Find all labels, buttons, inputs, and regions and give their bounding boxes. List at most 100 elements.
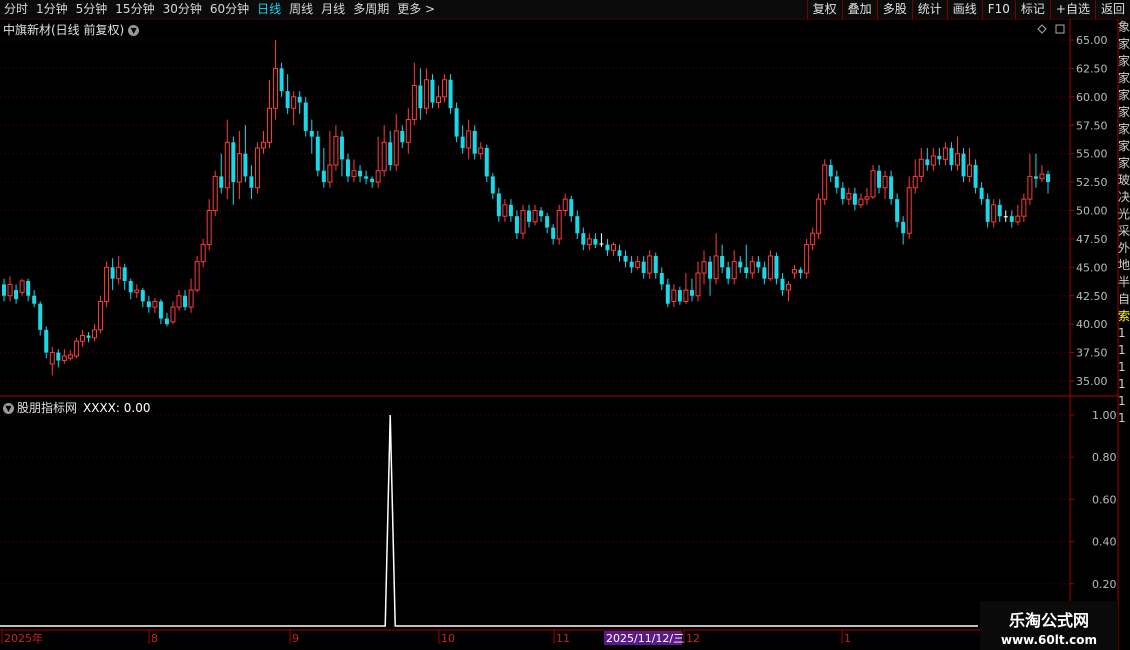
candle: [393, 113, 399, 171]
sidebar-item[interactable]: 1: [1118, 325, 1130, 342]
candle-body: [942, 147, 948, 160]
candle-body: [466, 130, 472, 149]
sidebar-item[interactable]: 家: [1118, 155, 1130, 172]
candle-body: [954, 153, 960, 166]
candle: [260, 130, 266, 154]
sidebar-item[interactable]: 玻: [1118, 172, 1130, 189]
main-chart: 35.00 37.50 40.00 42.50 45.00 47.50 50.00 52.50…: [0, 34, 1108, 388]
candle: [961, 147, 966, 183]
candle: [912, 159, 918, 194]
candle-body: [816, 198, 822, 234]
sidebar-item[interactable]: 地: [1118, 257, 1130, 274]
candle-body: [889, 176, 894, 200]
candle: [985, 193, 990, 228]
candle: [358, 165, 363, 183]
candle: [496, 187, 501, 222]
candle: [641, 255, 646, 279]
candle: [388, 130, 393, 171]
candle-body: [375, 170, 381, 183]
candle-body: [629, 261, 634, 268]
sidebar-item[interactable]: 1: [1118, 376, 1130, 393]
candle-body: [665, 284, 670, 304]
candle-body: [762, 267, 767, 279]
sidebar-item[interactable]: 象: [1118, 19, 1130, 36]
candle-body: [393, 130, 399, 166]
candle: [152, 298, 158, 313]
y-tick-label: 52.50: [1076, 176, 1108, 189]
sidebar-item[interactable]: 半: [1118, 274, 1130, 291]
sidebar-item[interactable]: 家: [1118, 138, 1130, 155]
candle-body: [460, 136, 465, 148]
candle-body: [339, 136, 344, 160]
main-chart-title[interactable]: 中旗新材(日线 前复权) ▼: [3, 21, 140, 38]
candle: [906, 176, 912, 239]
candle-body: [846, 192, 852, 200]
candle: [1015, 204, 1021, 226]
candle-body: [122, 267, 127, 281]
sidebar-item[interactable]: 1: [1118, 359, 1130, 376]
candle-body: [212, 175, 218, 211]
candle: [731, 250, 737, 285]
candle: [460, 125, 465, 154]
sidebar-item[interactable]: 索: [1118, 308, 1130, 325]
candle: [345, 153, 350, 183]
chevron-down-icon[interactable]: ▼: [128, 25, 140, 36]
candle: [901, 216, 906, 245]
candle-body: [327, 164, 333, 183]
sidebar-item[interactable]: 1: [1118, 410, 1130, 427]
sidebar-item[interactable]: 采: [1118, 223, 1130, 240]
candle: [32, 290, 37, 308]
watermark-url: www.60lt.com: [1000, 633, 1098, 647]
sidebar-item[interactable]: 家: [1118, 87, 1130, 104]
candle-body: [291, 96, 297, 109]
sidebar-item[interactable]: 1: [1118, 342, 1130, 359]
candle-body: [828, 165, 833, 177]
sidebar-item[interactable]: 外: [1118, 240, 1130, 257]
sidebar-item[interactable]: 家: [1118, 53, 1130, 70]
candle: [170, 301, 176, 325]
candle-body: [236, 153, 242, 183]
candle-body: [635, 261, 641, 268]
candle-body: [877, 170, 882, 188]
sidebar-item[interactable]: 光: [1118, 206, 1130, 223]
candle-body: [901, 221, 906, 234]
candle: [973, 159, 978, 194]
candle: [514, 210, 519, 239]
candle-body: [713, 255, 719, 280]
candle: [882, 170, 888, 200]
candle-body: [38, 303, 43, 330]
sidebar-item[interactable]: 1: [1118, 393, 1130, 410]
candle-body: [912, 175, 918, 189]
candle-body: [364, 176, 369, 179]
sidebar-item[interactable]: 家: [1118, 36, 1130, 53]
candle: [176, 290, 182, 311]
candle: [134, 284, 140, 299]
y-tick-label: 35.00: [1076, 375, 1108, 388]
candle-body: [786, 283, 792, 291]
candle-body: [767, 255, 773, 280]
candle-body: [937, 155, 942, 160]
candle-body: [49, 352, 55, 365]
x-tick-label: 2025年: [4, 631, 43, 645]
sidebar-item[interactable]: 家: [1118, 104, 1130, 121]
sidebar-item[interactable]: 决: [1118, 189, 1130, 206]
candle: [206, 199, 212, 251]
indicator-title[interactable]: ▼ 股朋指标网 XXXX: 0.00: [3, 399, 151, 416]
time-axis: 2025年 8 9 10 11 2025/11/12/三 12 1: [1, 630, 851, 645]
indicator-name: 股朋指标网: [17, 401, 78, 415]
chevron-down-icon[interactable]: ▼: [3, 403, 14, 414]
sidebar-item[interactable]: 自: [1118, 291, 1130, 308]
candle: [545, 212, 550, 234]
candle: [104, 261, 110, 308]
sidebar-item[interactable]: 家: [1118, 70, 1130, 87]
candle: [623, 250, 628, 268]
candle-body: [870, 170, 876, 198]
candle: [291, 91, 297, 126]
candle-body: [98, 300, 104, 331]
candle: [852, 187, 857, 211]
candle: [991, 199, 997, 228]
candle: [895, 193, 900, 228]
sidebar-item[interactable]: 家: [1118, 121, 1130, 138]
candle: [1009, 210, 1014, 228]
y-tick-label: 65.00: [1076, 34, 1108, 47]
